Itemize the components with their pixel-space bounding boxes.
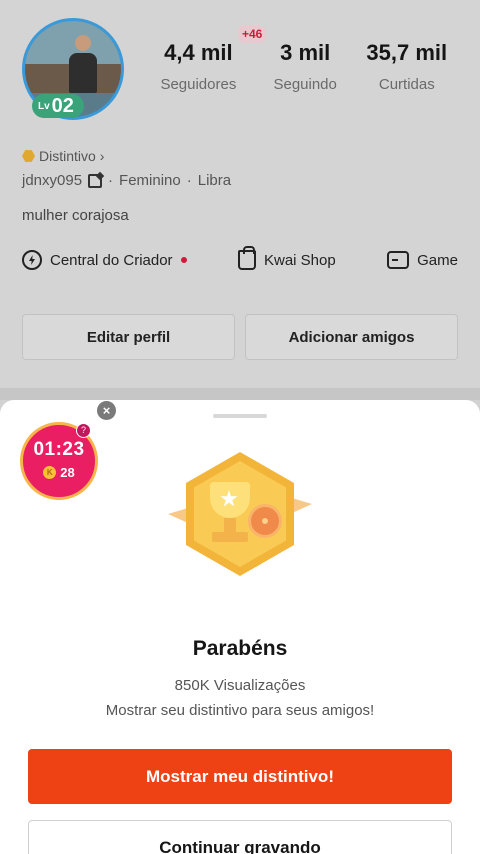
close-icon[interactable]: × [97,401,116,420]
continue-recording-button[interactable]: Continuar gravando [28,820,452,854]
edit-icon[interactable] [88,173,103,188]
timer-coins: K 28 [23,465,95,480]
kwai-shop-label: Kwai Shop [263,251,336,269]
chevron-right-icon: › [99,148,105,164]
sheet-subtitle: 850K Visualizações [174,677,306,694]
shopping-bag-icon [237,246,256,270]
game-label: Game [417,251,458,269]
sheet-title: Parabéns [192,637,288,660]
coin-count: 28 [60,465,75,480]
bio-text: mulher corajosa [22,207,129,224]
level-badge: Lv 02 [32,94,84,118]
stat-likes[interactable]: 35,7 mil Curtidas [354,40,460,93]
level-prefix: Lv [38,100,50,112]
coin-icon: K [43,466,57,479]
creator-center-label: Central do Criador [50,251,173,269]
trophy-badge-icon [168,452,312,582]
followers-count: 4,4 mil [164,40,233,65]
timer-time: 01:23 [33,439,85,460]
following-count: 3 mil [280,40,331,65]
level-number: 02 [51,94,74,117]
help-icon[interactable]: ? [76,423,91,438]
meta-separator: · [186,172,192,189]
profile-header: Lv 02 4,4 mil Seguidores +46 3 mil Segui… [0,0,480,400]
profile-actions: Editar perfil Adicionar amigos [22,314,458,360]
likes-label: Curtidas [378,76,435,93]
distintivo-link[interactable]: Distintivo › [22,148,104,164]
followers-label: Seguidores [160,76,237,93]
avatar[interactable]: Lv 02 [22,18,124,120]
creator-center-link[interactable]: Central do Criador [22,250,187,270]
show-badge-button[interactable]: Mostrar meu distintivo! [28,749,452,804]
profile-stats: 4,4 mil Seguidores +46 3 mil Seguindo 35… [150,25,460,93]
sheet-grabber[interactable] [213,414,267,418]
add-friends-button[interactable]: Adicionar amigos [245,314,458,360]
zodiac-sign: Libra [197,172,232,189]
distintivo-label: Distintivo [39,148,96,164]
kwai-shop-link[interactable]: Kwai Shop [237,246,336,270]
profile-links: Central do Criador Kwai Shop Game [22,246,458,270]
creator-center-icon [22,250,42,270]
username: jdnxy095 [22,172,83,189]
notification-dot [180,257,187,263]
meta-separator: · [108,172,114,189]
reward-timer-widget[interactable]: 01:23 K 28 ? [20,422,98,500]
stat-followers[interactable]: 4,4 mil Seguidores +46 [150,25,267,93]
edit-profile-button[interactable]: Editar perfil [22,314,235,360]
sheet-description: Mostrar seu distintivo para seus amigos! [105,702,375,719]
divider [0,388,480,400]
game-link[interactable]: Game [387,250,458,270]
game-controller-icon [387,251,410,269]
likes-count: 35,7 mil [366,40,448,65]
following-label: Seguindo [273,76,337,93]
gender: Feminino [119,172,181,189]
profile-meta: jdnxy095 · Feminino · Libra [22,172,231,189]
badge-hex-icon [22,150,35,162]
stat-following[interactable]: 3 mil Seguindo [257,40,354,93]
